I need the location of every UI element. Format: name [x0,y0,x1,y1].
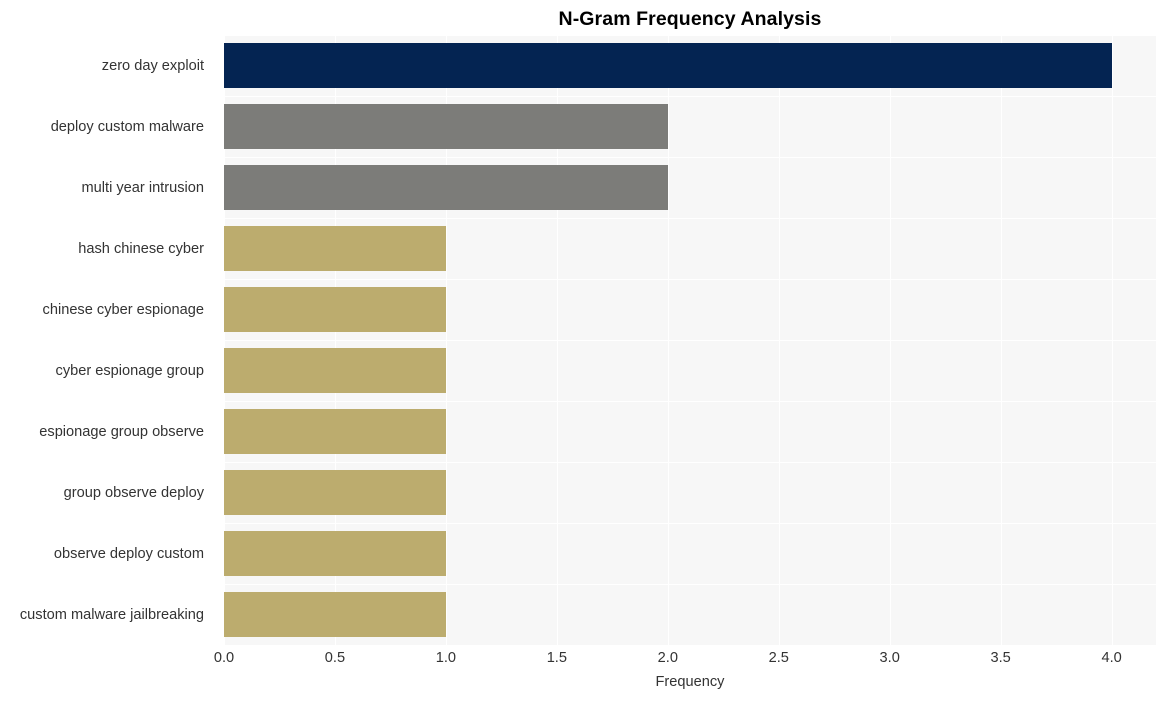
bar [224,165,668,210]
bar [224,531,446,576]
x-tick-label: 2.0 [657,650,678,666]
gridline-y-5 [224,340,1156,342]
plot-area [224,35,1156,645]
gridline-y-6 [224,401,1156,403]
y-tick-label: deploy custom malware [50,118,204,135]
gridline-y-9 [224,584,1156,586]
y-tick-label: cyber espionage group [55,362,204,379]
gridline-y-0 [224,35,1156,37]
chart-title: N-Gram Frequency Analysis [558,8,822,30]
bar [224,348,446,393]
x-axis-tick-labels: 0.0 0.5 1.0 1.5 2.0 2.5 3.0 3.5 4.0 [214,648,1156,670]
x-tick-label: 4.0 [1101,650,1122,666]
bar [224,592,446,637]
x-tick-label: 3.0 [879,650,900,666]
y-tick-label: observe deploy custom [53,545,204,562]
y-tick-label: group observe deploy [63,484,204,501]
x-tick-label: 1.5 [546,650,567,666]
y-tick-label: multi year intrusion [81,179,204,196]
x-tick-label: 0.0 [213,650,235,666]
x-tick-label: 1.0 [435,650,457,666]
bar [224,470,446,515]
bar [224,104,668,149]
chart-figure: N-Gram Frequency Analysis zero day explo… [0,0,1165,701]
bar [224,226,446,271]
x-tick-label: 0.5 [324,650,346,666]
y-tick-label: chinese cyber espionage [42,301,204,318]
x-tick-label: 2.5 [768,650,789,666]
y-axis-tick-labels: zero day exploit deploy custom malware mul… [0,35,214,645]
gridline-y-8 [224,523,1156,525]
bar [224,43,1112,88]
y-tick-label: zero day exploit [101,57,204,74]
gridline-y-2 [224,157,1156,159]
x-tick-label: 3.5 [990,650,1011,666]
x-axis-label: Frequency [655,674,725,690]
gridline-y-3 [224,218,1156,220]
y-tick-label: espionage group observe [39,423,204,440]
gridline-y-1 [224,96,1156,98]
bar [224,287,446,332]
bar [224,409,446,454]
y-tick-label: custom malware jailbreaking [19,606,204,623]
gridline-y-4 [224,279,1156,281]
y-tick-label: hash chinese cyber [78,240,204,257]
gridline-y-7 [224,462,1156,464]
